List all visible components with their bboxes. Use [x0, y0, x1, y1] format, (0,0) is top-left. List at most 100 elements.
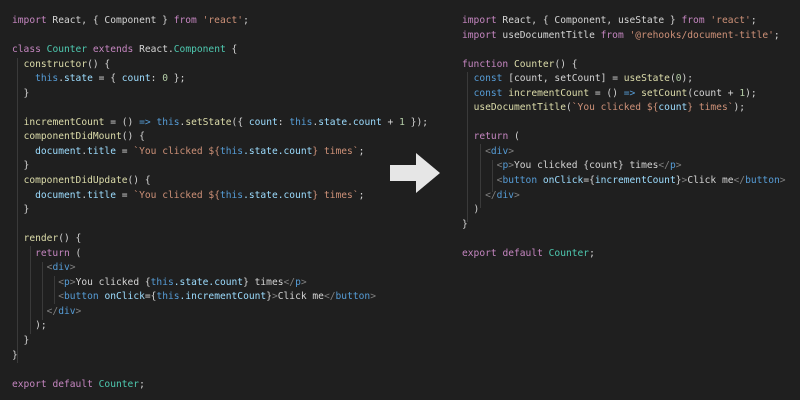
right-arrow-icon [390, 153, 440, 193]
code-line: export default Counter; [462, 247, 786, 262]
code-token: () { [127, 175, 151, 187]
code-token: return [35, 247, 70, 259]
code-token: state [318, 116, 348, 128]
code-line: <div> [462, 145, 786, 160]
code-token: { [225, 44, 238, 56]
code-token: div [52, 262, 70, 274]
code-token: state [64, 73, 93, 85]
code-token: => [139, 116, 151, 128]
code-token: ( [69, 247, 82, 259]
code-token: ; [139, 378, 145, 390]
code-token: ; [589, 247, 595, 259]
code-token: } [12, 160, 30, 172]
code-token: ={ [583, 175, 595, 187]
code-token: componentDidMount [23, 131, 122, 143]
code-line: const [count, setCount] = useState(0); [462, 72, 786, 87]
code-token: this [156, 116, 180, 128]
code-token: }); [404, 116, 428, 128]
code-line: ) [462, 203, 786, 218]
code-token: Click me [277, 291, 324, 303]
code-token: import [462, 29, 497, 41]
code-token: useDocumentTitle [496, 29, 601, 41]
class-component-code-panel: import React, { Component } from 'react'… [0, 0, 428, 400]
code-token: () { [87, 58, 111, 70]
code-line: componentDidUpdate() { [12, 174, 428, 189]
code-token: count [248, 116, 278, 128]
code-line: <div> [12, 261, 428, 276]
code-token: title [87, 145, 116, 157]
code-token: setCount [641, 87, 688, 99]
code-token: `You clicked ${ [133, 145, 220, 157]
code-token: = [116, 189, 134, 201]
code-token: React, { Component } [46, 15, 174, 26]
code-token: } [12, 349, 18, 361]
code-token: this [150, 276, 174, 288]
code-token: ( [508, 131, 520, 143]
code-token: = () [104, 116, 140, 128]
code-token: ({ [231, 116, 249, 128]
code-token: } times` [687, 102, 734, 114]
code-token: </ [283, 276, 296, 288]
hooks-component-code-panel: import React, { Component, useState } fr… [450, 0, 800, 400]
code-token: React. [133, 44, 174, 56]
code-token: onClick [542, 175, 584, 187]
code-line: export default Counter; [12, 378, 428, 393]
code-token: this [156, 291, 180, 303]
code-token: } [12, 335, 30, 347]
code-line: ); [12, 319, 428, 334]
code-line: constructor() { [12, 58, 428, 73]
code-token: default [502, 247, 543, 259]
code-token: this [35, 73, 59, 85]
code-token: } times` [312, 189, 359, 201]
code-token: onClick [104, 291, 145, 303]
code-token: > [508, 145, 514, 157]
code-token: } [12, 87, 30, 99]
code-line: } [12, 203, 428, 218]
code-token: this [289, 116, 313, 128]
code-token: div [58, 305, 76, 317]
code-token: > [370, 291, 376, 303]
code-token: > [69, 262, 76, 274]
code-token: '@rehooks/document-title' [629, 29, 774, 41]
code-line: </div> [12, 305, 428, 320]
code-token: `You clicked ${ [571, 102, 659, 114]
code-token: button [502, 175, 538, 187]
code-token: ); [733, 102, 746, 114]
code-token: = [116, 145, 134, 157]
code-token: ); [681, 73, 694, 85]
code-token: ) [462, 204, 480, 216]
code-token: button [745, 175, 780, 187]
code-line: document.title = `You clicked ${this.sta… [12, 189, 428, 204]
code-line: document.title = `You clicked ${this.sta… [12, 145, 428, 160]
code-token: from [600, 29, 624, 41]
code-token: useDocumentTitle [473, 102, 566, 114]
code-token: .state.count [243, 145, 313, 157]
code-token: 'react' [202, 15, 244, 26]
class-component-code: import React, { Component } from 'react'… [12, 14, 428, 392]
code-line: <button onClick={incrementCount}>Click m… [462, 174, 786, 189]
code-token: ; [773, 29, 780, 41]
code-token: > [300, 276, 307, 288]
code-token: } times` [312, 145, 359, 157]
code-token: componentDidUpdate [23, 175, 128, 187]
code-line: <button onClick={this.incrementCount}>Cl… [12, 290, 428, 305]
code-token: return [473, 131, 509, 143]
code-token: setState [185, 116, 232, 128]
code-token: React, { Component, useState } [496, 15, 682, 26]
code-line: } [12, 87, 428, 102]
code-token: = { [92, 73, 122, 85]
